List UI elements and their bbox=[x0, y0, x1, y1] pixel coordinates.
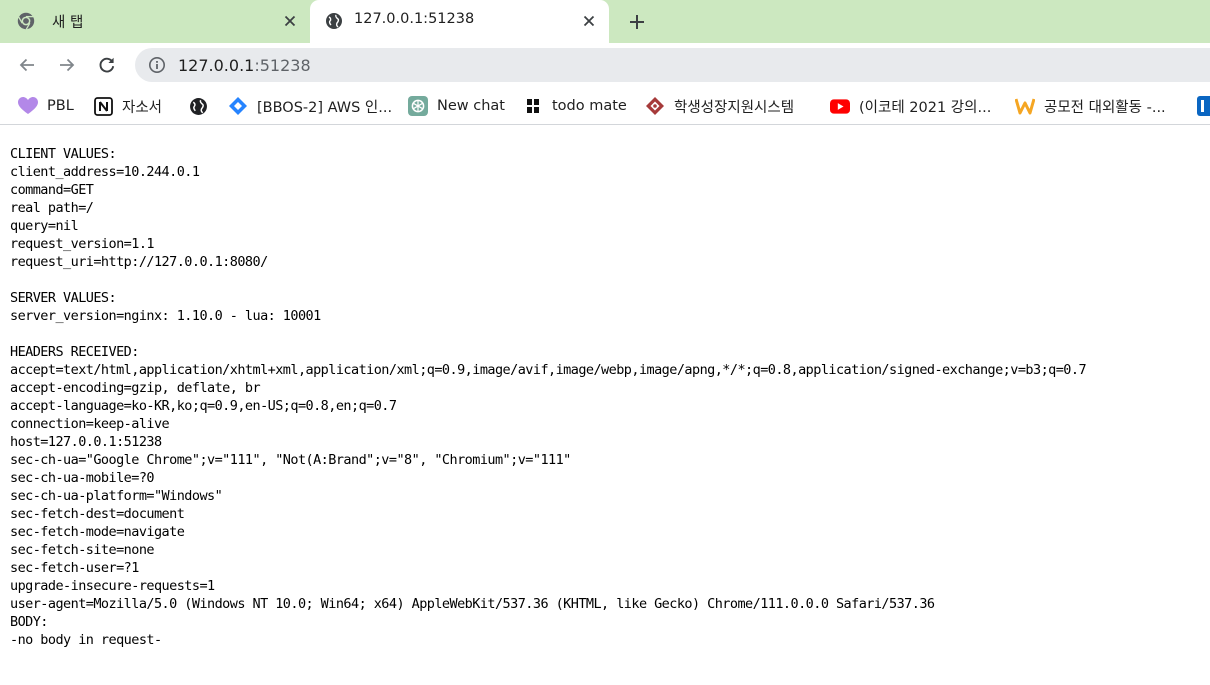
bookmark-pbl[interactable]: PBL bbox=[18, 96, 74, 116]
bookmark-todo-mate[interactable]: todo mate bbox=[523, 96, 627, 116]
response-line: SERVER VALUES: bbox=[10, 290, 117, 306]
tab-title: 127.0.0.1:51238 bbox=[354, 11, 475, 27]
reload-icon[interactable] bbox=[94, 52, 120, 78]
browser-toolbar: 127.0.0.1:51238 bbox=[0, 43, 1210, 87]
address-host: 127.0.0.1 bbox=[178, 56, 255, 75]
bookmark-student-system[interactable]: 학생성장지원시스템 bbox=[645, 96, 794, 116]
response-line: sec-fetch-mode=navigate bbox=[10, 524, 185, 540]
bookmark-label: 공모전 대외활동 -... bbox=[1044, 99, 1166, 116]
tab-title: 새 탭 bbox=[52, 15, 84, 31]
bookmark-blue-app[interactable] bbox=[1197, 96, 1210, 116]
response-line: sec-ch-ua="Google Chrome";v="111", "Not(… bbox=[10, 452, 571, 468]
tab-localhost[interactable]: 127.0.0.1:51238 bbox=[310, 0, 609, 43]
bookmark-contest[interactable]: 공모전 대외활동 -... bbox=[1015, 96, 1166, 116]
response-line: real path=/ bbox=[10, 200, 94, 216]
tab-strip: 새 탭 127.0.0.1:51238 bbox=[0, 0, 1210, 43]
response-line: sec-ch-ua-mobile=?0 bbox=[10, 470, 155, 486]
purple-heart-icon bbox=[18, 96, 38, 116]
bookmarks-bar: PBL 자소서 [BBOS-2] AWS 인... New chat todo … bbox=[0, 87, 1210, 125]
chatgpt-icon bbox=[408, 96, 428, 116]
university-emblem-icon bbox=[645, 96, 665, 116]
notion-icon bbox=[93, 96, 113, 116]
response-text: CLIENT VALUES: client_address=10.244.0.1c… bbox=[10, 145, 1205, 649]
response-line: accept-encoding=gzip, deflate, br bbox=[10, 380, 261, 396]
blue-app-icon bbox=[1197, 96, 1210, 116]
bookmark-label: 학생성장지원시스템 bbox=[674, 99, 795, 116]
response-line: connection=keep-alive bbox=[10, 416, 170, 432]
response-line: query=nil bbox=[10, 218, 79, 234]
todo-mate-icon bbox=[523, 96, 543, 116]
info-icon[interactable] bbox=[148, 56, 166, 74]
forward-arrow-icon[interactable] bbox=[54, 52, 80, 78]
response-line: accept-language=ko-KR,ko;q=0.9,en-US;q=0… bbox=[10, 398, 397, 414]
response-line: sec-ch-ua-platform="Windows" bbox=[10, 488, 223, 504]
globe-icon bbox=[188, 96, 208, 116]
response-line bbox=[10, 271, 1205, 289]
response-line: server_version=nginx: 1.10.0 - lua: 1000… bbox=[10, 308, 321, 324]
response-line bbox=[10, 325, 1205, 343]
bookmark-globe[interactable] bbox=[188, 96, 208, 116]
bookmark-label: (이코테 2021 강의... bbox=[859, 99, 992, 116]
globe-icon bbox=[324, 11, 344, 31]
tab-new-tab[interactable]: 새 탭 bbox=[0, 0, 308, 43]
response-line: accept=text/html,application/xhtml+xml,a… bbox=[10, 362, 1087, 378]
back-arrow-icon[interactable] bbox=[14, 52, 40, 78]
bookmark-label: [BBOS-2] AWS 인... bbox=[257, 99, 393, 116]
response-line: -no body in request- bbox=[10, 632, 162, 648]
close-icon[interactable] bbox=[280, 11, 300, 31]
jira-icon bbox=[228, 96, 248, 116]
response-line: sec-fetch-user=?1 bbox=[10, 560, 139, 576]
response-line: upgrade-insecure-requests=1 bbox=[10, 578, 215, 594]
w-logo-icon bbox=[1015, 96, 1035, 116]
bookmark-label: New chat bbox=[437, 98, 505, 114]
bookmark-jira[interactable]: [BBOS-2] AWS 인... bbox=[228, 96, 392, 116]
response-line: sec-fetch-site=none bbox=[10, 542, 155, 558]
response-line: command=GET bbox=[10, 182, 94, 198]
bookmark-cover-letter[interactable]: 자소서 bbox=[93, 96, 162, 116]
response-line: request_uri=http://127.0.0.1:8080/ bbox=[10, 254, 268, 270]
response-line: host=127.0.0.1:51238 bbox=[10, 434, 162, 450]
youtube-icon bbox=[830, 96, 850, 116]
bookmark-label: 자소서 bbox=[122, 99, 163, 116]
address-port: :51238 bbox=[254, 56, 311, 75]
response-line: request_version=1.1 bbox=[10, 236, 155, 252]
response-line: client_address=10.244.0.1 bbox=[10, 164, 200, 180]
address-url: 127.0.0.1:51238 bbox=[178, 56, 311, 75]
response-line: BODY: bbox=[10, 614, 48, 630]
response-line: HEADERS RECEIVED: bbox=[10, 344, 139, 360]
bookmark-new-chat[interactable]: New chat bbox=[408, 96, 505, 116]
chrome-logo-icon bbox=[16, 11, 36, 31]
bookmark-label: todo mate bbox=[552, 98, 627, 114]
close-icon[interactable] bbox=[579, 11, 599, 31]
response-line: user-agent=Mozilla/5.0 (Windows NT 10.0;… bbox=[10, 596, 935, 612]
address-bar[interactable]: 127.0.0.1:51238 bbox=[135, 48, 1210, 82]
bookmark-youtube[interactable]: (이코테 2021 강의... bbox=[830, 96, 991, 116]
plus-icon[interactable] bbox=[624, 9, 650, 35]
bookmark-label: PBL bbox=[47, 98, 74, 114]
response-line: CLIENT VALUES: bbox=[10, 146, 117, 162]
response-line: sec-fetch-dest=document bbox=[10, 506, 185, 522]
